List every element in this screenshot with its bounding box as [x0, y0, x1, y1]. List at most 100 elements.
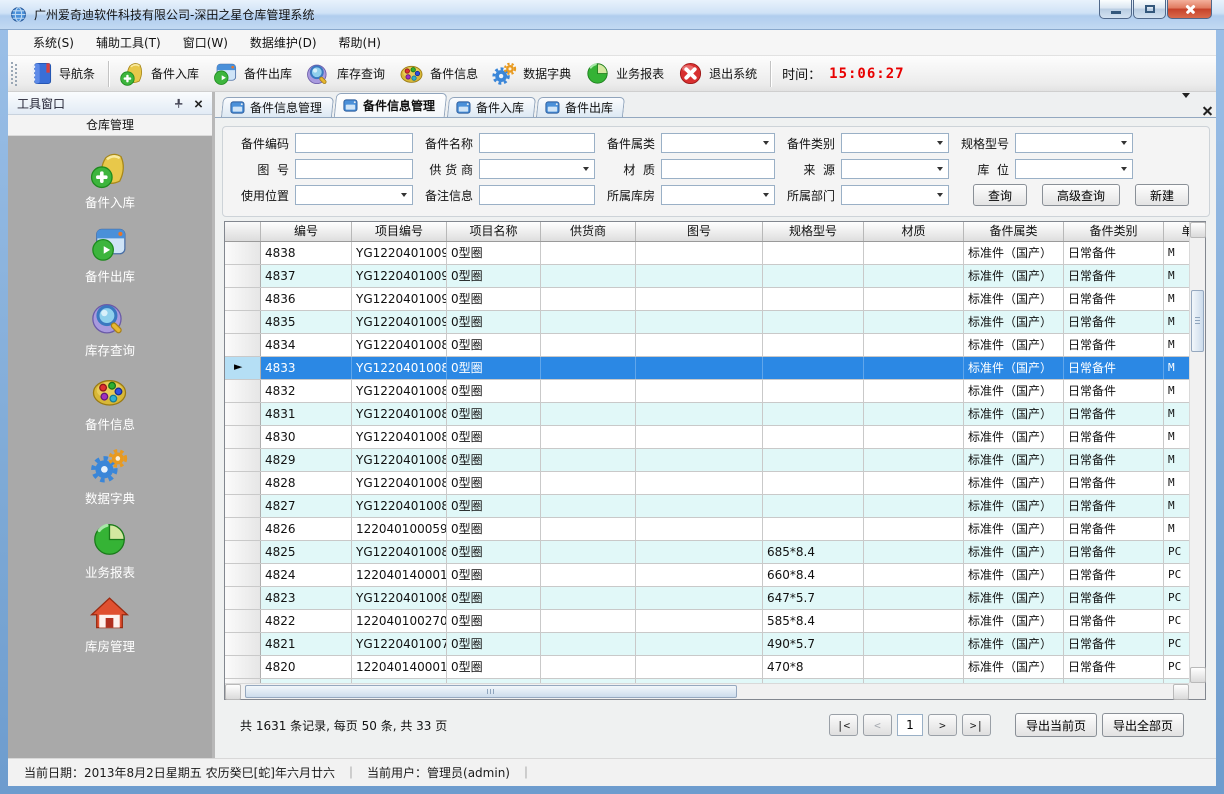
supplier-dropdown[interactable] [479, 159, 595, 179]
row-selector-cell[interactable] [225, 610, 261, 632]
row-selector-cell[interactable] [225, 449, 261, 471]
row-selector-cell[interactable] [225, 495, 261, 517]
sidebar-item-parts-info[interactable]: 备件信息 [85, 371, 135, 433]
spec-model-dropdown[interactable] [1015, 133, 1133, 153]
row-selector-cell[interactable] [225, 403, 261, 425]
row-selector-cell[interactable] [225, 288, 261, 310]
toolbar-button-parts-outbound[interactable]: 备件出库 [207, 57, 300, 90]
row-selector-cell[interactable] [225, 265, 261, 287]
table-row[interactable]: 4836YG122040100910型圈标准件（国产）日常备件M [225, 288, 1189, 311]
toolbar-button-exit-system[interactable]: 退出系统 [672, 57, 765, 90]
scroll-right-button[interactable] [1173, 684, 1189, 700]
column-header-spec[interactable]: 规格型号 [763, 222, 864, 241]
scroll-down-button[interactable] [1190, 667, 1206, 683]
table-row[interactable]: 4834YG122040100890型圈标准件（国产）日常备件M [225, 334, 1189, 357]
table-row[interactable]: 4825YG122040100810型圈685*8.4标准件（国产）日常备件PC [225, 541, 1189, 564]
row-selector-cell[interactable] [225, 311, 261, 333]
toolbar-grip-handle[interactable] [11, 62, 18, 86]
table-row[interactable]: 4831YG122040100860型圈标准件（国产）日常备件M [225, 403, 1189, 426]
toolbar-button-business-report[interactable]: 业务报表 [579, 57, 672, 90]
table-row[interactable]: 4830YG122040100850型圈标准件（国产）日常备件M [225, 426, 1189, 449]
table-row[interactable]: 4832YG122040100870型圈标准件（国产）日常备件M [225, 380, 1189, 403]
table-row[interactable]: 4821YG122040100790型圈490*5.7标准件（国产）日常备件PC [225, 633, 1189, 656]
row-selector-cell[interactable] [225, 426, 261, 448]
sidebar-item-parts-outbound[interactable]: 备件出库 [85, 223, 135, 285]
sidebar-close-icon[interactable] [190, 95, 206, 111]
table-row[interactable]: 4835YG122040100900型圈标准件（国产）日常备件M [225, 311, 1189, 334]
scroll-left-button[interactable] [225, 684, 241, 700]
minimize-button[interactable] [1099, 0, 1132, 19]
export-all-pages-button[interactable]: 导出全部页 [1102, 713, 1184, 737]
row-selector-cell[interactable]: ► [225, 357, 261, 379]
source-dropdown[interactable] [841, 159, 949, 179]
table-row[interactable]: 482612204010005990型圈标准件（国产）日常备件M [225, 518, 1189, 541]
advanced-query-button[interactable]: 高级查询 [1042, 184, 1120, 206]
table-row[interactable]: 4828YG122040100830型圈标准件（国产）日常备件M [225, 472, 1189, 495]
remark-input[interactable] [479, 185, 595, 205]
next-page-button[interactable]: > [928, 714, 957, 736]
column-header-code[interactable]: 项目编号 [352, 222, 447, 241]
table-row[interactable]: ►4833YG122040100880型圈标准件（国产）日常备件M [225, 357, 1189, 380]
row-selector-cell[interactable] [225, 518, 261, 540]
row-selector-cell[interactable] [225, 656, 261, 678]
column-header-drawing[interactable]: 图号 [636, 222, 763, 241]
sidebar-item-data-dictionary[interactable]: 数据字典 [85, 445, 135, 507]
location-dropdown[interactable] [1015, 159, 1133, 179]
tab-parts-inbound[interactable]: 备件入库 [447, 97, 536, 117]
column-header-unit[interactable]: 单位 [1164, 222, 1189, 241]
part-category-dropdown[interactable] [661, 133, 775, 153]
material-input[interactable] [661, 159, 775, 179]
toolbar-button-parts-inbound[interactable]: 备件入库 [114, 57, 207, 90]
tab-parts-info-management-2[interactable]: 备件信息管理 [334, 93, 448, 117]
tab-list-dropdown-icon[interactable] [1182, 98, 1190, 112]
export-current-page-button[interactable]: 导出当前页 [1015, 713, 1097, 737]
part-type-dropdown[interactable] [841, 133, 949, 153]
toolbar-button-nav-strip[interactable]: 导航条 [22, 57, 103, 90]
table-row[interactable]: 4823YG122040100800型圈647*5.7标准件（国产）日常备件PC [225, 587, 1189, 610]
pin-icon[interactable] [170, 95, 186, 111]
sidebar-item-parts-inbound[interactable]: 备件入库 [85, 149, 135, 211]
table-row[interactable]: 482212204010027000型圈585*8.4标准件（国产）日常备件PC [225, 610, 1189, 633]
horizontal-scroll-thumb[interactable] [245, 685, 737, 698]
toolbar-button-data-dictionary[interactable]: 数据字典 [486, 57, 579, 90]
row-selector-cell[interactable] [225, 587, 261, 609]
column-header-type[interactable]: 备件类别 [1064, 222, 1164, 241]
column-header-supplier[interactable]: 供货商 [541, 222, 636, 241]
first-page-button[interactable]: |< [829, 714, 858, 736]
tab-parts-info-management-1[interactable]: 备件信息管理 [221, 97, 334, 117]
table-row[interactable]: 482412204014000120型圈660*8.4标准件（国产）日常备件PC [225, 564, 1189, 587]
new-button[interactable]: 新建 [1135, 184, 1189, 206]
row-selector-header[interactable] [225, 222, 261, 241]
column-header-name[interactable]: 项目名称 [447, 222, 541, 241]
table-row[interactable]: 4827YG122040100820型圈标准件（国产）日常备件M [225, 495, 1189, 518]
row-selector-cell[interactable] [225, 633, 261, 655]
menu-item[interactable]: 数据维护(D) [239, 30, 328, 55]
table-row[interactable]: 482012204014000130型圈470*8标准件（国产）日常备件PC [225, 656, 1189, 679]
row-selector-cell[interactable] [225, 242, 261, 264]
vertical-scrollbar[interactable] [1189, 222, 1205, 683]
vertical-scroll-thumb[interactable] [1191, 290, 1204, 352]
menu-item[interactable]: 辅助工具(T) [85, 30, 172, 55]
last-page-button[interactable]: >| [962, 714, 991, 736]
table-row[interactable]: 4837YG122040100920型圈标准件（国产）日常备件M [225, 265, 1189, 288]
toolbar-button-inventory-query[interactable]: 库存查询 [300, 57, 393, 90]
use-position-dropdown[interactable] [295, 185, 413, 205]
table-row[interactable]: 4838YG122040100930型圈标准件（国产）日常备件M [225, 242, 1189, 265]
horizontal-scrollbar[interactable] [225, 683, 1189, 699]
row-selector-cell[interactable] [225, 564, 261, 586]
column-header-material[interactable]: 材质 [864, 222, 964, 241]
menu-item[interactable]: 系统(S) [22, 30, 85, 55]
table-row[interactable]: 4829YG122040100840型圈标准件（国产）日常备件M [225, 449, 1189, 472]
toolbar-button-parts-info[interactable]: 备件信息 [393, 57, 486, 90]
row-selector-cell[interactable] [225, 380, 261, 402]
department-dropdown[interactable] [841, 185, 949, 205]
close-button[interactable] [1167, 0, 1212, 19]
maximize-button[interactable] [1133, 0, 1166, 19]
sidebar-item-inventory-query[interactable]: 库存查询 [85, 297, 135, 359]
sidebar-item-warehouse-management[interactable]: 库房管理 [85, 593, 135, 655]
prev-page-button[interactable]: < [863, 714, 892, 736]
row-selector-cell[interactable] [225, 472, 261, 494]
warehouse-dropdown[interactable] [661, 185, 775, 205]
query-button[interactable]: 查询 [973, 184, 1027, 206]
column-header-category[interactable]: 备件属类 [964, 222, 1064, 241]
